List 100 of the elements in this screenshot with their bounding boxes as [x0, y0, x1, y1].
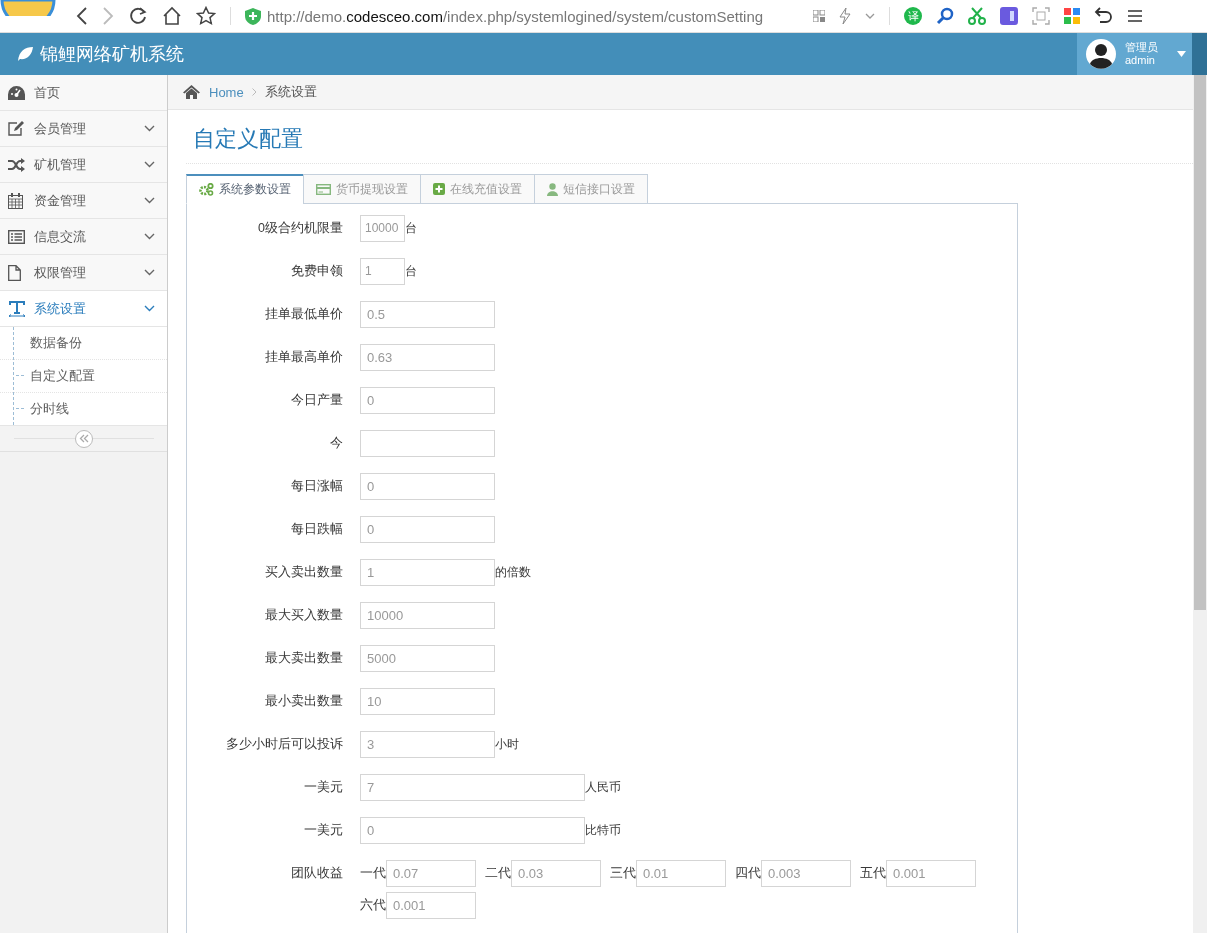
apps-icon[interactable] [1064, 8, 1081, 24]
input-field[interactable]: 0.001 [386, 891, 476, 919]
tab[interactable]: 货币提现设置 [303, 174, 421, 204]
submenu-item[interactable]: 数据备份 [0, 327, 167, 360]
field-label: 最大卖出数量 [264, 650, 344, 667]
menu-icon[interactable] [1128, 9, 1143, 23]
unit-label: 台 [405, 219, 417, 237]
input-field[interactable]: 0.01 [636, 859, 726, 887]
field-label: 今日产量 [290, 392, 344, 409]
chevron-down-icon [144, 125, 155, 132]
list-icon [8, 229, 25, 244]
input-field[interactable]: 0 [360, 515, 495, 543]
user-menu[interactable]: 管理员 admin [1077, 33, 1192, 75]
input-field[interactable]: 1 [360, 558, 495, 586]
browser-logo-icon[interactable] [0, 0, 56, 16]
scrollbar[interactable] [1193, 75, 1207, 933]
input-field[interactable]: 10000 [360, 214, 405, 242]
chevron-right-icon [251, 88, 257, 96]
shield-icon [245, 7, 261, 25]
input-field[interactable]: 1 [360, 257, 405, 285]
tier-label: 三代 [610, 865, 636, 882]
user-icon [547, 182, 558, 196]
chevron-down-icon [144, 161, 155, 168]
field-label: 挂单最高单价 [264, 349, 344, 366]
input-field[interactable]: 0.03 [511, 859, 601, 887]
sidebar-item[interactable]: 资金管理 [0, 183, 167, 219]
tier-label: 四代 [735, 865, 761, 882]
credit-card-icon [316, 183, 331, 195]
app-title[interactable]: 锦鲤网络矿机系统 [40, 42, 184, 66]
field-label: 0级合约机限量 [257, 220, 344, 237]
input-field[interactable]: 10000 [360, 601, 495, 629]
input-field[interactable]: 7 [360, 773, 585, 801]
submenu-item[interactable]: 自定义配置 [0, 360, 167, 393]
tab[interactable]: 系统参数设置 [186, 174, 304, 204]
submenu-item[interactable]: 分时线 [0, 393, 167, 425]
field-label: 最小卖出数量 [264, 693, 344, 710]
unit-label: 比特币 [585, 821, 621, 839]
sidebar-item[interactable]: 矿机管理 [0, 147, 167, 183]
chevron-down-icon [144, 233, 155, 240]
text-icon [8, 300, 26, 317]
reload-icon[interactable] [128, 6, 148, 26]
unit-label: 台 [405, 262, 417, 280]
user-avatar-icon [1085, 38, 1117, 70]
breadcrumb-current: 系统设置 [264, 83, 317, 101]
scissors-icon[interactable] [968, 7, 987, 25]
search-icon[interactable] [936, 7, 955, 25]
input-field[interactable]: 3 [360, 730, 495, 758]
home-icon[interactable] [162, 6, 182, 26]
input-field[interactable]: 0.07 [386, 859, 476, 887]
input-field[interactable]: 0.5 [360, 300, 495, 328]
address-bar-url[interactable]: http://demo.codesceo.com/index.php/systemlogined/system/customSetting [267, 7, 764, 25]
star-icon[interactable] [196, 6, 216, 26]
chevron-down-icon [144, 269, 155, 276]
field-label: 免费申领 [290, 263, 344, 280]
input-field[interactable]: 5000 [360, 644, 495, 672]
tab[interactable]: 短信接口设置 [534, 174, 648, 204]
tab[interactable]: 在线充值设置 [420, 174, 535, 204]
input-field[interactable]: 0.001 [886, 859, 976, 887]
input-field[interactable]: 0 [360, 816, 585, 844]
input-field[interactable] [360, 429, 495, 457]
undo-icon[interactable] [1094, 7, 1115, 25]
breadcrumb-link[interactable]: Home [209, 84, 244, 100]
translate-button[interactable]: 译 [904, 7, 923, 25]
input-field[interactable]: 0 [360, 386, 495, 414]
sidebar-item[interactable]: 首页 [0, 75, 167, 111]
gears-icon [199, 183, 214, 196]
qr-code-icon[interactable] [813, 10, 826, 22]
input-field[interactable]: 10 [360, 687, 495, 715]
leaf-icon [16, 46, 34, 62]
file-icon [8, 264, 21, 281]
sidebar-item[interactable]: 系统设置 [0, 291, 167, 327]
double-chevron-left-icon [78, 434, 89, 443]
field-label: 团队收益 [290, 865, 344, 882]
input-field[interactable]: 0.63 [360, 343, 495, 371]
unit-label: 人民币 [585, 778, 621, 796]
sidebar-item[interactable]: 信息交流 [0, 219, 167, 255]
field-label: 一美元 [303, 822, 344, 839]
lightning-icon[interactable] [839, 8, 852, 24]
input-field[interactable]: 0.003 [761, 859, 851, 887]
field-label: 多少小时后可以投诉 [225, 736, 344, 753]
tier-label: 一代 [360, 865, 386, 882]
shuffle-icon [8, 157, 25, 172]
input-field[interactable]: 0 [360, 472, 495, 500]
edit-icon [8, 121, 24, 136]
tier-label: 五代 [860, 865, 886, 882]
forward-icon[interactable] [102, 7, 114, 25]
field-label: 每日跌幅 [290, 521, 344, 538]
tier-label: 二代 [485, 865, 511, 882]
back-icon[interactable] [76, 7, 88, 25]
user-role: 管理员 [1125, 41, 1159, 54]
sidebar-item[interactable]: 会员管理 [0, 111, 167, 147]
collapse-sidebar-button[interactable] [74, 429, 93, 448]
sidebar-item[interactable]: 权限管理 [0, 255, 167, 291]
capture-icon[interactable] [1032, 7, 1051, 25]
chevron-down-icon [144, 305, 155, 312]
home-icon [183, 85, 200, 99]
unit-label: 的倍数 [495, 563, 531, 581]
field-label: 一美元 [303, 779, 344, 796]
chevron-down-icon[interactable] [865, 12, 876, 20]
screen-icon[interactable] [1000, 7, 1019, 25]
